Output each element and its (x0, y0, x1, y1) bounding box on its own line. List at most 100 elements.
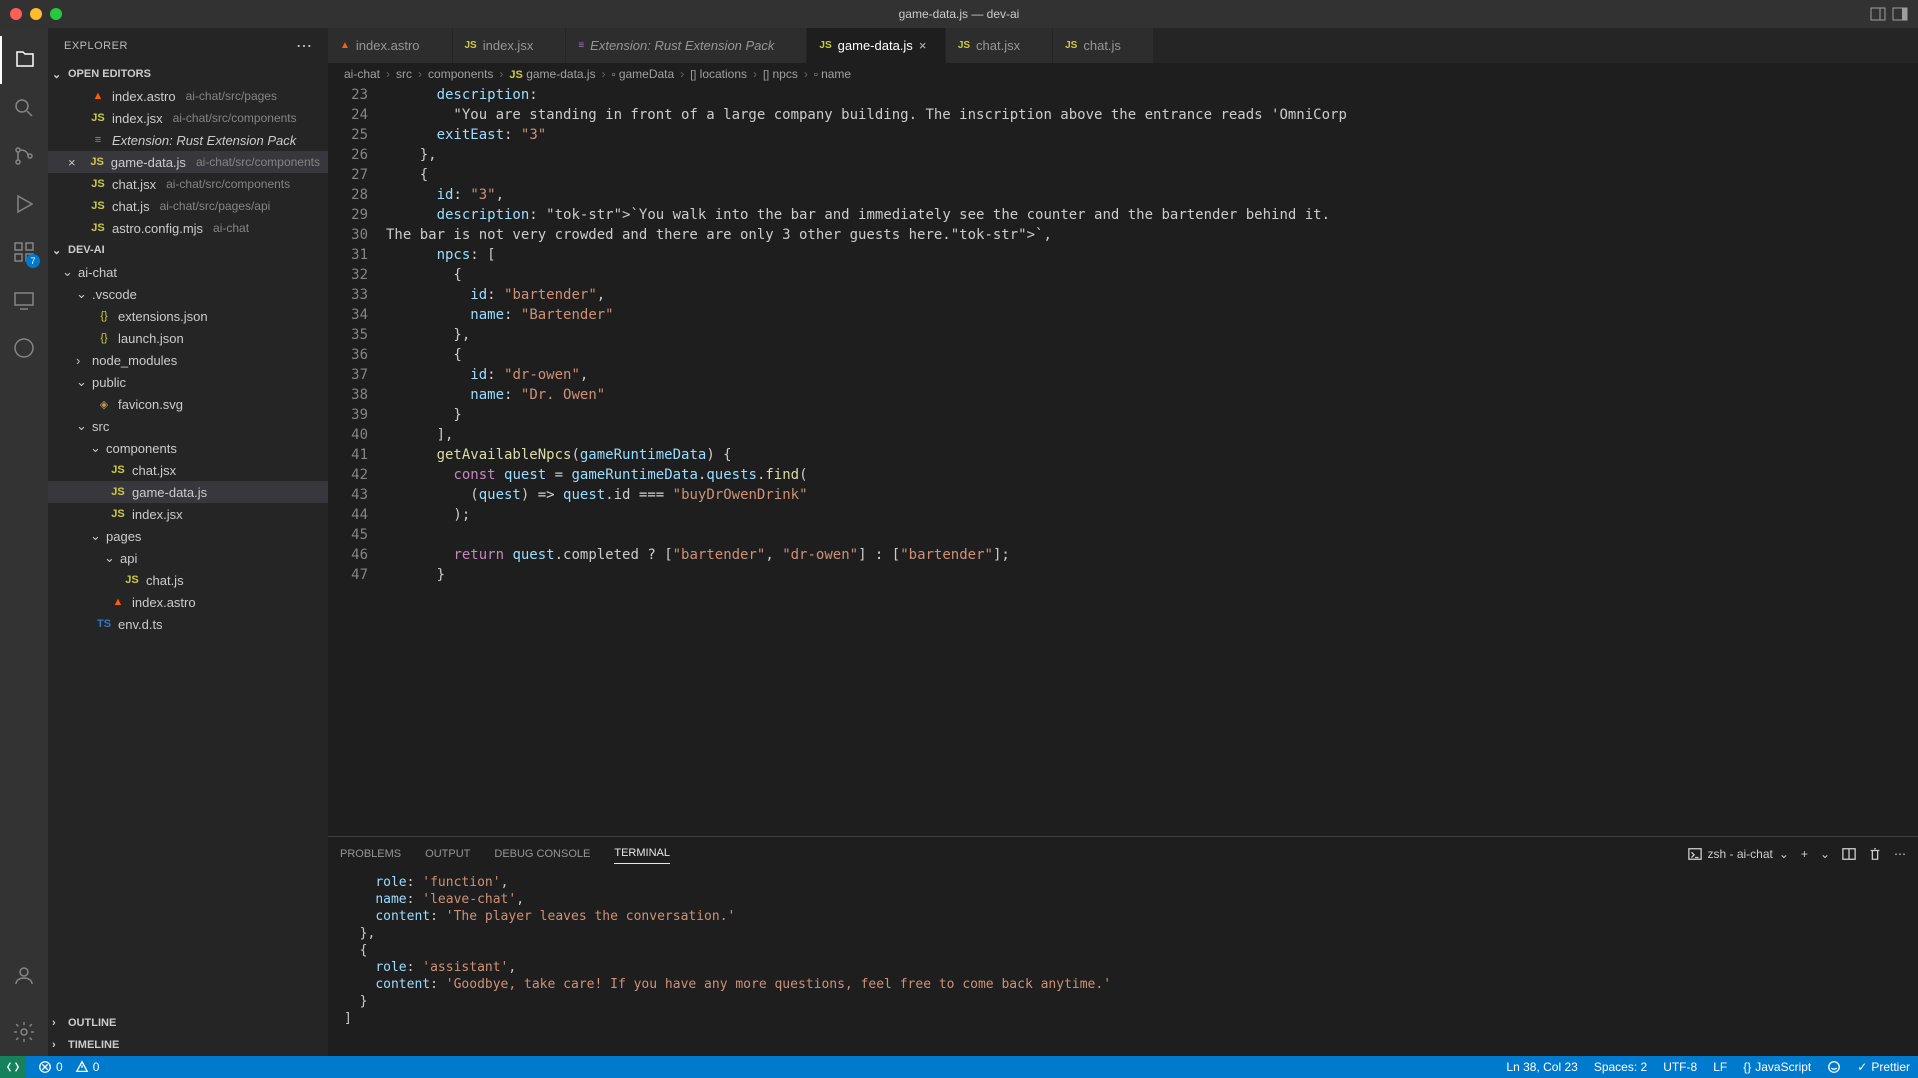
new-terminal-icon[interactable]: + (1801, 847, 1808, 861)
editor-tab[interactable]: JSgame-data.js× (807, 28, 945, 63)
open-editor-item[interactable]: ×JSindex.jsxai-chat/src/components (48, 107, 328, 129)
section-outline[interactable]: › OUTLINE (48, 1012, 328, 1034)
breadcrumb-item[interactable]: [] npcs (763, 67, 798, 81)
terminal-selector[interactable]: zsh - ai-chat ⌄ (1688, 847, 1789, 861)
editor-tab[interactable]: JSchat.jsx× (946, 28, 1053, 63)
activity-account[interactable] (0, 952, 48, 1000)
activity-search[interactable] (0, 84, 48, 132)
code-editor[interactable]: 2324252627282930313233343536373839404142… (328, 85, 1918, 836)
close-icon[interactable]: × (68, 155, 83, 170)
window-title: game-data.js — dev-ai (899, 7, 1020, 21)
folder-pages[interactable]: ⌄pages (48, 525, 328, 547)
file-icon: JS (90, 178, 106, 190)
split-terminal-icon[interactable] (1842, 847, 1856, 861)
status-feedback[interactable] (1827, 1060, 1841, 1074)
layout-toggle-icon[interactable] (1892, 6, 1908, 22)
activity-extensions[interactable]: 7 (0, 228, 48, 276)
activity-edge[interactable] (0, 324, 48, 372)
file-icon: JS (958, 40, 970, 51)
section-project[interactable]: ⌄ DEV-AI (48, 239, 328, 261)
editor-tab[interactable]: ▲index.astro× (328, 28, 453, 63)
folder-vscode[interactable]: ⌄.vscode (48, 283, 328, 305)
status-warnings[interactable]: 0 (75, 1060, 100, 1074)
breadcrumb-item[interactable]: components (428, 67, 493, 81)
folder-public[interactable]: ⌄public (48, 371, 328, 393)
file-icon: JS (819, 40, 831, 51)
breadcrumb-item[interactable]: JS game-data.js (509, 67, 595, 81)
panel-tab[interactable]: DEBUG CONSOLE (494, 844, 590, 864)
chevron-down-icon: ⌄ (52, 68, 64, 81)
open-editor-item[interactable]: ×▲index.astroai-chat/src/pages (48, 85, 328, 107)
open-editor-item[interactable]: ×JSchat.jsai-chat/src/pages/api (48, 195, 328, 217)
folder-src[interactable]: ⌄src (48, 415, 328, 437)
status-cursor[interactable]: Ln 38, Col 23 (1506, 1060, 1577, 1074)
feedback-icon (1827, 1060, 1841, 1074)
panel-tab[interactable]: PROBLEMS (340, 844, 401, 864)
sidebar-title: EXPLORER (64, 40, 128, 52)
remote-button[interactable] (0, 1056, 26, 1078)
file-chat-js[interactable]: JSchat.js (48, 569, 328, 591)
folder-components[interactable]: ⌄components (48, 437, 328, 459)
breadcrumb-item[interactable]: [] locations (690, 67, 747, 81)
breadcrumb-item[interactable]: ▫ name (814, 67, 851, 81)
file-icon: JS (90, 112, 106, 124)
breadcrumbs[interactable]: ai-chat›src›components›JS game-data.js›▫… (328, 63, 1918, 85)
breadcrumb-item[interactable]: ai-chat (344, 67, 380, 81)
open-editor-item[interactable]: ×≡Extension: Rust Extension Pack (48, 129, 328, 151)
editor-tabs: ▲index.astro×JSindex.jsx×≡Extension: Rus… (328, 28, 1918, 63)
activity-explorer[interactable] (0, 36, 48, 84)
file-extensions-json[interactable]: {}extensions.json (48, 305, 328, 327)
file-favicon[interactable]: ◈favicon.svg (48, 393, 328, 415)
folder-api[interactable]: ⌄api (48, 547, 328, 569)
close-window-button[interactable] (10, 8, 22, 20)
status-errors[interactable]: 0 (38, 1060, 63, 1074)
section-open-editors[interactable]: ⌄ OPEN EDITORS (48, 63, 328, 85)
breadcrumb-item[interactable]: ▫ gameData (612, 67, 675, 81)
file-chat-jsx[interactable]: JSchat.jsx (48, 459, 328, 481)
file-icon: ▲ (340, 40, 350, 51)
window-controls (10, 8, 62, 20)
file-index-astro[interactable]: ▲index.astro (48, 591, 328, 613)
breadcrumb-item[interactable]: src (396, 67, 412, 81)
close-icon[interactable]: × (919, 38, 933, 53)
editor-tab[interactable]: JSindex.jsx× (453, 28, 567, 63)
activity-source-control[interactable] (0, 132, 48, 180)
section-timeline[interactable]: › TIMELINE (48, 1034, 328, 1056)
terminal-output[interactable]: role: 'function', name: 'leave-chat', co… (328, 870, 1918, 1056)
folder-ai-chat[interactable]: ⌄ai-chat (48, 261, 328, 283)
status-encoding[interactable]: UTF-8 (1663, 1060, 1697, 1074)
activity-remote[interactable] (0, 276, 48, 324)
activity-settings[interactable] (0, 1008, 48, 1056)
status-prettier[interactable]: ✓Prettier (1857, 1060, 1910, 1074)
status-indent[interactable]: Spaces: 2 (1594, 1060, 1647, 1074)
status-eol[interactable]: LF (1713, 1060, 1727, 1074)
activity-debug[interactable] (0, 180, 48, 228)
panel-tab[interactable]: TERMINAL (614, 843, 670, 864)
panel-more-icon[interactable]: ⋯ (1894, 847, 1906, 861)
status-bar: 0 0 Ln 38, Col 23 Spaces: 2 UTF-8 LF {}J… (0, 1056, 1918, 1078)
sidebar-more-icon[interactable]: ⋯ (296, 36, 312, 56)
file-game-data-js[interactable]: JSgame-data.js (48, 481, 328, 503)
open-editor-item[interactable]: ×JSastro.config.mjsai-chat (48, 217, 328, 239)
chevron-down-icon: ⌄ (52, 244, 64, 257)
minimize-window-button[interactable] (30, 8, 42, 20)
chevron-right-icon: › (52, 1039, 64, 1051)
editor-tab[interactable]: JSchat.js× (1053, 28, 1154, 63)
editor-tab[interactable]: ≡Extension: Rust Extension Pack× (566, 28, 807, 63)
maximize-window-button[interactable] (50, 8, 62, 20)
file-icon: ▲ (90, 90, 106, 102)
terminal-dropdown-icon[interactable]: ⌄ (1820, 847, 1830, 861)
file-env-dts[interactable]: TSenv.d.ts (48, 613, 328, 635)
open-editor-item[interactable]: ×JSgame-data.jsai-chat/src/components (48, 151, 328, 173)
file-index-jsx[interactable]: JSindex.jsx (48, 503, 328, 525)
open-editor-item[interactable]: ×JSchat.jsxai-chat/src/components (48, 173, 328, 195)
panel-tab[interactable]: OUTPUT (425, 844, 470, 864)
panel-toggle-icon[interactable] (1870, 6, 1886, 22)
sidebar: EXPLORER ⋯ ⌄ OPEN EDITORS ×▲index.astroa… (48, 28, 328, 1056)
trash-icon[interactable] (1868, 847, 1882, 861)
extensions-badge: 7 (26, 254, 40, 268)
titlebar: game-data.js — dev-ai (0, 0, 1918, 28)
folder-node-modules[interactable]: ›node_modules (48, 349, 328, 371)
status-language[interactable]: {}JavaScript (1743, 1060, 1811, 1074)
file-launch-json[interactable]: {}launch.json (48, 327, 328, 349)
